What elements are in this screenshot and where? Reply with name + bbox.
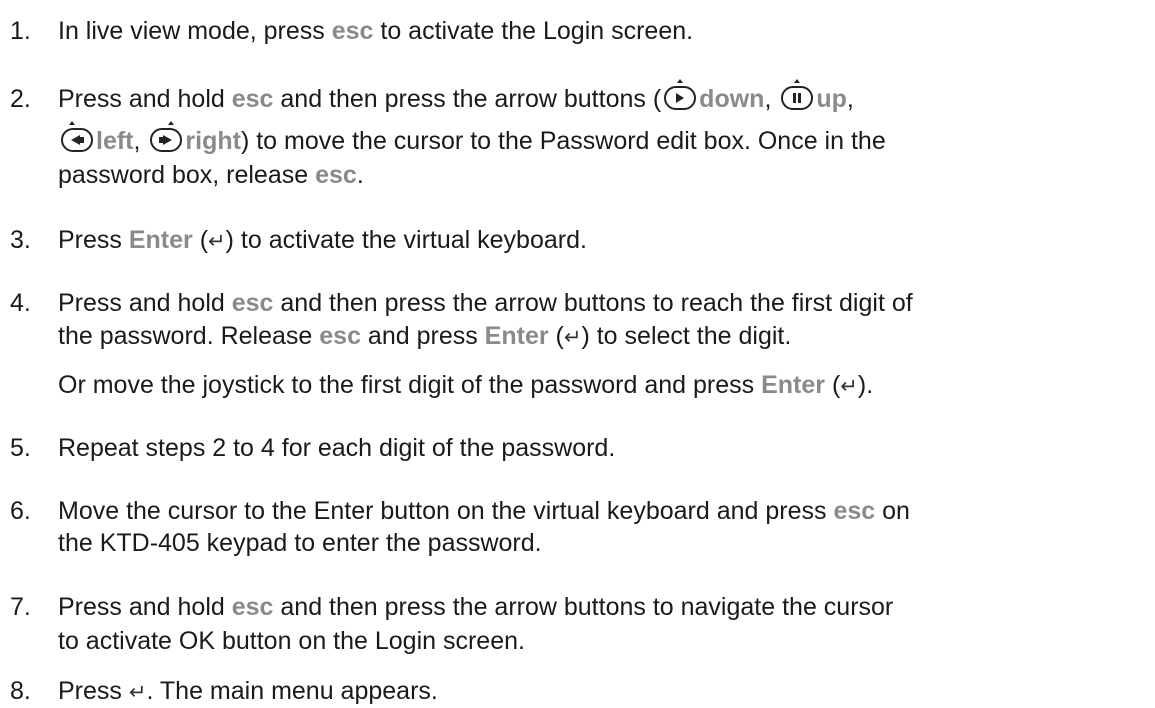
step-number: 8.	[10, 677, 31, 705]
esc-key-label: esc	[231, 85, 274, 113]
step-number: 7.	[10, 593, 31, 621]
step-number: 4.	[10, 289, 31, 317]
esc-key-label: esc	[231, 289, 274, 317]
esc-key-label: esc	[315, 161, 357, 189]
step-text: the KTD-405 keypad to enter the password…	[58, 529, 542, 557]
step-text: Press and hold esc and then press the ar…	[58, 289, 913, 317]
step-text: left, right) to move the cursor to the P…	[58, 121, 886, 156]
step-text: Press and hold esc and then press the ar…	[58, 593, 894, 621]
enter-key-label: Enter	[128, 226, 193, 254]
enter-icon: ↵	[563, 326, 582, 349]
left-label: left	[96, 127, 134, 155]
enter-key-label: Enter	[484, 322, 549, 350]
enter-icon: ↵	[128, 681, 147, 704]
right-arrow-button-icon	[149, 121, 183, 153]
esc-key-label: esc	[331, 17, 374, 45]
step-number: 5.	[10, 434, 31, 462]
enter-key-label: Enter	[761, 371, 825, 399]
step-text: In live view mode, press esc to activate…	[58, 17, 694, 45]
up-arrow-button-icon	[780, 79, 814, 111]
step-text: Move the cursor to the Enter button on t…	[58, 497, 910, 525]
enter-icon: ↵	[208, 230, 226, 253]
step-text: Or move the joystick to the first digit …	[58, 370, 873, 402]
step-text: to activate OK button on the Login scree…	[58, 627, 525, 655]
enter-icon: ↵	[840, 375, 858, 398]
down-label: down	[699, 85, 765, 113]
step-number: 6.	[10, 497, 31, 525]
left-arrow-button-icon	[60, 121, 94, 153]
step-number: 1.	[10, 17, 31, 45]
step-text: password box, release esc.	[58, 161, 364, 189]
step-number: 2.	[10, 85, 31, 113]
step-number: 3.	[10, 226, 31, 254]
step-text: Press Enter (↵) to activate the virtual …	[58, 225, 587, 257]
step-text: Press and hold esc and then press the ar…	[58, 79, 854, 114]
esc-key-label: esc	[833, 497, 876, 525]
step-text: Repeat steps 2 to 4 for each digit of th…	[58, 434, 616, 462]
esc-key-label: esc	[319, 322, 361, 350]
step-text: Press ↵. The main menu appears.	[58, 676, 438, 708]
down-arrow-button-icon	[663, 79, 697, 111]
right-label: right	[185, 127, 241, 155]
esc-key-label: esc	[231, 593, 274, 621]
step-text: the password. Release esc and press Ente…	[58, 321, 791, 353]
up-label: up	[816, 85, 847, 113]
